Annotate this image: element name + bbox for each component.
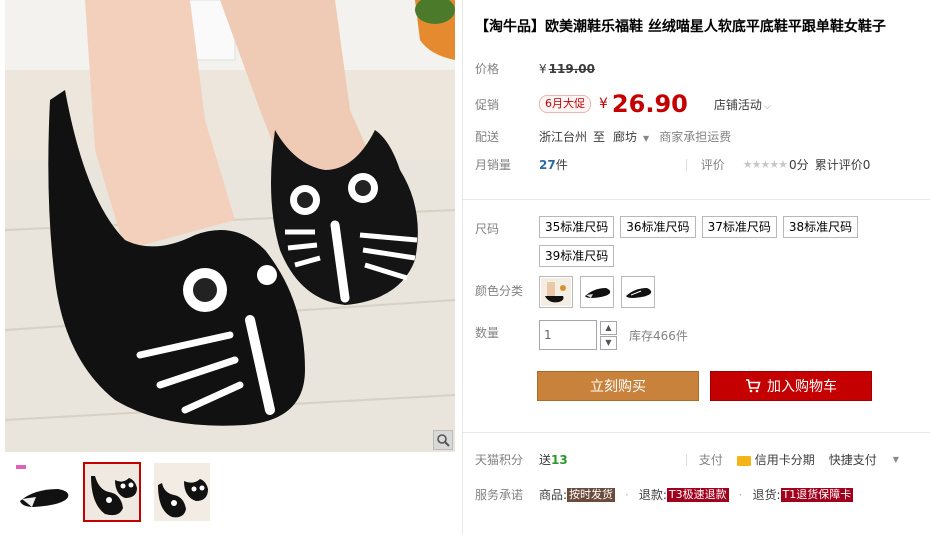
sales-row: 月销量 27 件 评价 ★★★★★ 0分 累计评价0 [475,156,870,173]
monthly-sales-label: 月销量 [475,158,512,172]
quantity-label: 数量 [475,325,500,340]
zoom-magnifier-icon[interactable] [433,430,453,450]
credit-installment-label: 信用卡分期 [754,453,815,467]
quick-pay[interactable]: 快捷支付 [829,451,877,468]
color-label-row: 颜色分类 [475,282,539,299]
total-reviews-link[interactable]: 累计评价0 [815,156,871,173]
service-label: 服务承诺 [475,488,524,502]
pay-label: 支付 [698,453,723,467]
size-option-39[interactable]: 39标准尺码 [539,245,615,267]
original-price: ¥119.00 [539,62,595,76]
points-label: 天猫积分 [475,453,524,467]
return-tag[interactable]: T1退货保障卡 [780,487,854,502]
dot-separator: · [738,487,743,502]
product-title: 【淘牛品】欧美潮鞋乐福鞋 丝绒喵星人软底平底鞋平跟单鞋女鞋子 [475,19,886,35]
color-label: 颜色分类 [475,284,524,298]
store-activity-label: 店铺活动 [713,97,762,112]
ship-to-word: 至 [593,130,606,144]
add-to-cart-label: 加入购物车 [767,379,837,395]
size-label-row: 尺码 [475,220,539,237]
thumbnail-strip [13,462,211,522]
refund-label: 退款: [638,488,667,502]
dot-separator: · [625,487,629,502]
return-label: 退货: [752,488,781,502]
cart-icon [746,379,761,393]
size-option-38[interactable]: 38标准尺码 [782,216,859,238]
quantity-stepper: ▲ ▼ [600,320,617,350]
promo-tag: 6月大促 [539,95,591,113]
shoe-photo [5,0,455,452]
shipping-fee: 商家承担运费 [659,130,732,144]
rating-stars: ★★★★★ [742,158,788,171]
promo-price-row: 促销 6月大促 ¥ 26.90 店铺活动 ⌵ [475,90,771,118]
goods-label: 商品: [539,488,568,502]
destination-value: 廊坊 [613,130,638,144]
color-option-1[interactable] [539,276,573,308]
thumbnail-3[interactable] [153,462,211,522]
shipping-row: 配送 浙江台州 至 廊坊 ▼ 商家承担运费 [475,128,731,145]
rating-label: 评价 [700,158,725,172]
size-option-37[interactable]: 37标准尺码 [701,216,777,238]
chevron-down-icon: ⌵ [763,101,771,112]
quantity-input[interactable] [539,320,597,350]
service-row: 服务承诺 商品: 按时发货 · 退款: T3极速退款 · 退货: T1退货保障卡 [475,486,854,503]
points-row: 天猫积分 送 13 支付 信用卡分期 快捷支付 ▼ [475,451,899,468]
section-divider [463,199,930,200]
destination-select[interactable]: 廊坊 ▼ [613,128,649,145]
currency-symbol: ¥ [539,61,547,76]
points-value: 13 [551,452,568,467]
divider [685,158,687,171]
promo-price: 26.90 [611,90,688,118]
refund-tag[interactable]: T3极速退款 [666,487,729,502]
dropdown-triangle-icon: ▼ [643,134,650,143]
points-give: 送 [539,453,552,467]
divider [685,453,687,466]
decrease-button[interactable]: ▼ [600,335,617,350]
credit-installment[interactable]: 信用卡分期 [736,451,815,468]
buy-now-button[interactable]: 立刻购买 [537,371,699,401]
original-price-value: 119.00 [548,61,595,76]
original-price-row: 价格 ¥119.00 [475,60,595,77]
stock-count: 库存466件 [629,328,688,343]
credit-card-icon [736,455,751,466]
sales-unit: 件 [555,158,568,172]
size-option-35[interactable]: 35标准尺码 [539,216,615,238]
add-to-cart-button[interactable]: 加入购物车 [710,371,872,401]
rating-score: 0分 [789,158,809,172]
store-activity-dropdown[interactable]: 店铺活动 ⌵ [714,96,771,113]
ship-from: 浙江台州 [539,130,588,144]
monthly-sales-count: 27 [539,157,556,172]
thumbnail-1[interactable] [13,462,71,522]
promo-currency: ¥ [599,96,608,112]
shipping-label: 配送 [475,130,500,144]
goods-tag[interactable]: 按时发货 [567,487,616,502]
color-options [539,276,655,308]
size-option-36[interactable]: 36标准尺码 [620,216,696,238]
product-info-panel: 【淘牛品】欧美潮鞋乐福鞋 丝绒喵星人软底平底鞋平跟单鞋女鞋子 价格 ¥119.0… [462,0,930,534]
promo-label: 促销 [475,97,500,112]
main-product-image[interactable] [5,0,455,452]
color-option-2[interactable] [580,276,614,308]
increase-button[interactable]: ▲ [600,320,617,335]
price-label: 价格 [475,62,500,76]
thumbnail-2[interactable] [83,462,141,522]
size-label: 尺码 [475,222,500,236]
section-divider [463,432,930,433]
size-options: 35标准尺码 36标准尺码 37标准尺码 38标准尺码 39标准尺码 [539,216,929,267]
product-gallery [5,0,455,534]
color-option-3[interactable] [621,276,655,308]
quantity-row: 数量 ▲ ▼ 库存466件 [475,320,688,350]
expand-triangle-icon[interactable]: ▼ [893,455,899,464]
